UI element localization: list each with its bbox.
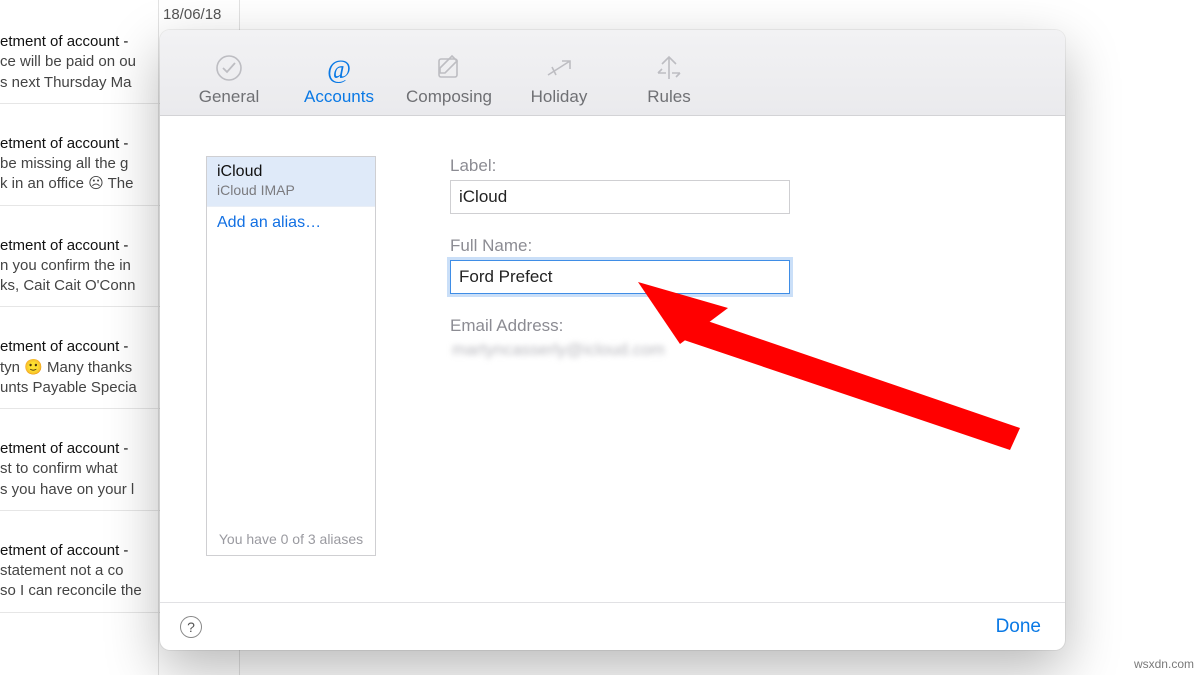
aliases-footer: You have 0 of 3 aliases (207, 525, 375, 555)
tab-composing[interactable]: Composing (394, 53, 504, 115)
email-field-label: Email Address: (450, 316, 810, 336)
tab-label: General (199, 87, 259, 106)
account-form: Label: Full Name: Email Address: martync… (450, 156, 810, 382)
done-button[interactable]: Done (996, 616, 1041, 638)
fullname-field-label: Full Name: (450, 236, 810, 256)
email-value: martyncasserly@icloud.com (450, 340, 810, 360)
tab-label: Accounts (304, 87, 374, 106)
account-detail: iCloud IMAP (217, 182, 365, 198)
add-alias-link[interactable]: Add an alias… (207, 207, 375, 239)
help-button[interactable]: ? (180, 616, 202, 638)
tab-general[interactable]: General (174, 53, 284, 115)
sheet-footer: ? Done (160, 602, 1065, 650)
tab-rules[interactable]: Rules (614, 53, 724, 115)
tab-accounts[interactable]: @ Accounts (284, 53, 394, 115)
tab-holiday[interactable]: Holiday (504, 53, 614, 115)
at-icon: @ (284, 53, 394, 83)
tab-label: Holiday (531, 87, 588, 106)
tab-label: Composing (406, 87, 492, 106)
svg-text:@: @ (327, 55, 351, 83)
airplane-icon (504, 53, 614, 83)
mail-preferences-sheet: General @ Accounts Composing Holiday Rul… (160, 30, 1065, 650)
label-field-label: Label: (450, 156, 810, 176)
checkmark-icon (174, 53, 284, 83)
preferences-toolbar: General @ Accounts Composing Holiday Rul… (160, 30, 1065, 116)
label-input[interactable] (450, 180, 790, 214)
accounts-list[interactable]: iCloud iCloud IMAP Add an alias… You hav… (206, 156, 376, 556)
watermark: wsxdn.com (1134, 657, 1194, 671)
fullname-input[interactable] (450, 260, 790, 294)
account-item-icloud[interactable]: iCloud iCloud IMAP (207, 157, 375, 207)
arrows-icon (614, 53, 724, 83)
tab-label: Rules (647, 87, 690, 106)
account-name: iCloud (217, 163, 365, 181)
preferences-body: iCloud iCloud IMAP Add an alias… You hav… (160, 116, 1065, 602)
compose-icon (394, 53, 504, 83)
